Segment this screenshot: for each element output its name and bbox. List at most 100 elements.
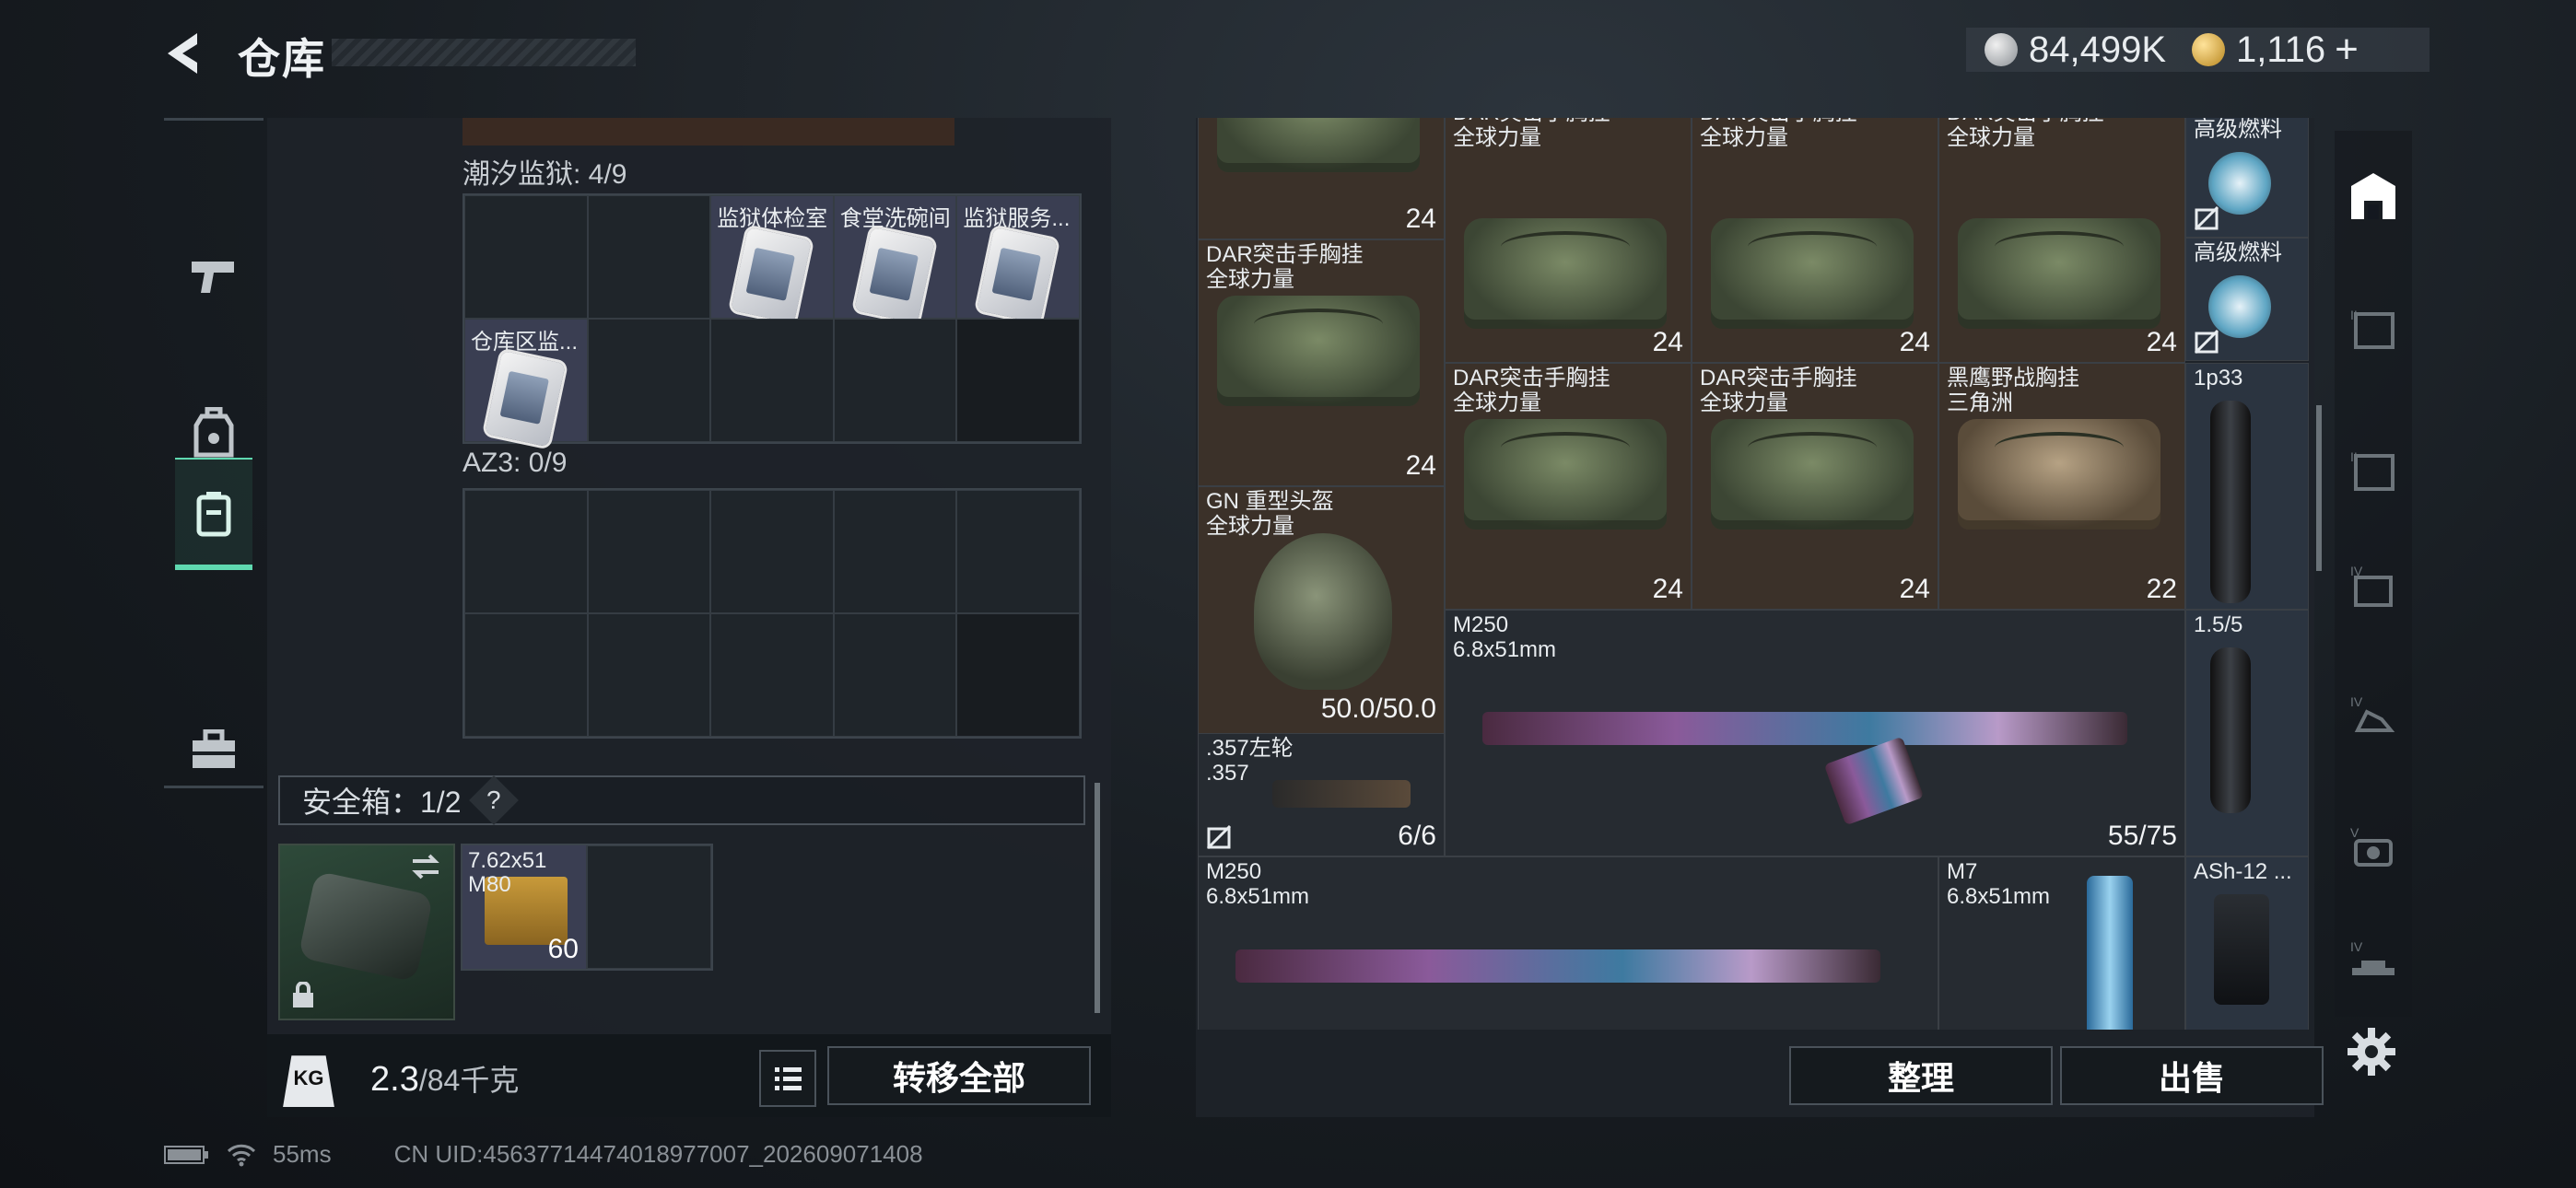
safe-slot[interactable] <box>587 845 711 969</box>
nav-weapons[interactable] <box>164 222 263 331</box>
magazine-icon <box>2214 894 2269 1005</box>
key-slot[interactable] <box>587 319 711 442</box>
rifle-icon <box>1482 712 2127 745</box>
weight-current: 2.3 <box>370 1060 419 1099</box>
slot[interactable] <box>464 490 588 613</box>
container-top-strip <box>463 118 954 146</box>
ii-icon: II <box>2350 308 2395 349</box>
coin-amount: 84,499K <box>2029 29 2167 70</box>
user-uid: CN UID:45637714474018977007_202609071408 <box>393 1140 923 1168</box>
svg-text:II: II <box>2350 308 2358 322</box>
ammo-count: 60 <box>547 934 579 964</box>
rail-tab-tier2b[interactable]: II <box>2335 431 2412 512</box>
key-slot[interactable] <box>833 319 957 442</box>
inventory-item[interactable]: DAR突击手胸挂 全球力量24 <box>1445 118 1692 363</box>
scope-item[interactable]: 1.5/5 <box>2185 610 2309 856</box>
keycard-item[interactable]: 仓库区监... <box>464 319 588 448</box>
lock-icon <box>293 982 313 1007</box>
settings-button[interactable] <box>2344 1024 2399 1079</box>
fuel-item[interactable]: 高级燃料 <box>2185 238 2309 361</box>
safe-box-grid: 7.62x51 M80 60 <box>461 844 713 971</box>
inventory-item[interactable]: DAR突击手胸挂 全球力量24 <box>1692 363 1938 610</box>
az3-section-label: AZ3: 0/9 <box>463 448 568 478</box>
rail-tab-tier2[interactable]: II <box>2335 289 2412 370</box>
helmet-icon <box>1254 533 1392 690</box>
svg-text:IV: IV <box>2350 564 2363 578</box>
nav-containers[interactable] <box>175 458 252 570</box>
safe-case-icon <box>298 870 434 983</box>
help-button[interactable]: ? <box>468 775 519 825</box>
svg-text:II: II <box>2350 449 2358 464</box>
inventory-item[interactable]: DAR突击手胸挂 全球力量24 <box>1692 118 1938 363</box>
slot[interactable] <box>956 613 1080 737</box>
category-nav <box>164 118 263 788</box>
slot[interactable] <box>710 613 834 737</box>
key-slot[interactable] <box>710 319 834 442</box>
slot[interactable] <box>587 613 711 737</box>
slot[interactable] <box>710 490 834 613</box>
inventory-item[interactable]: DAR突击手胸挂 全球力量24 <box>1938 118 2185 363</box>
scope-icon <box>2210 401 2251 603</box>
stash-scrollbar[interactable] <box>1095 783 1100 1013</box>
inventory-item[interactable]: DAR突击手胸挂 全球力量24 <box>1445 363 1692 610</box>
rail-tab-tier4c[interactable]: IV <box>2335 923 2412 1004</box>
gear-icon <box>2348 1028 2395 1076</box>
premium-amount: 1,116 <box>2236 29 2326 70</box>
rail-tab-tier4b[interactable]: IV <box>2335 678 2412 759</box>
ammo-item[interactable]: 7.62x51 M80 60 <box>463 845 587 969</box>
magazine-item[interactable]: ASh-12 ... <box>2185 856 2309 1030</box>
scope-item[interactable]: 1p33 <box>2185 363 2309 610</box>
inventory-item[interactable]: 24 <box>1198 118 1445 239</box>
suppressor-icon <box>2087 876 2133 1030</box>
status-bar: 55ms CN UID:45637714474018977007_2026090… <box>164 1140 923 1169</box>
safe-box-header: 安全箱：1/2 ? <box>278 775 1085 825</box>
rail-tab-tier4[interactable]: IV <box>2335 547 2412 628</box>
revolver-icon <box>1272 780 1411 808</box>
keycard-icon <box>485 350 566 448</box>
rifle-item[interactable]: M250 6.8x51mm <box>1198 856 1938 1030</box>
slot[interactable] <box>956 490 1080 613</box>
back-chevron-icon[interactable] <box>157 26 212 81</box>
keycard-item[interactable]: 监狱服务... <box>956 195 1080 324</box>
svg-text:IV: IV <box>2350 939 2363 954</box>
help-icon: ? <box>486 785 501 814</box>
keys-grid: 监狱体检室 食堂洗碗间 监狱服务... 仓库区监... <box>463 193 1082 448</box>
inventory-item[interactable]: 黑鹰野战胸挂 三角洲 22 <box>1938 363 2185 610</box>
rail-tab-tier5[interactable]: V <box>2335 809 2412 890</box>
iv-icon: IV <box>2350 564 2393 607</box>
keycard-item[interactable]: 食堂洗碗间 <box>833 195 957 324</box>
list-view-button[interactable] <box>759 1050 816 1107</box>
no-trade-icon <box>2194 329 2219 355</box>
add-currency-button[interactable]: + <box>2335 27 2359 73</box>
page-title: 仓库 <box>238 35 326 83</box>
rail-tab-all[interactable] <box>2335 157 2412 238</box>
inventory-scrollbar[interactable] <box>2316 405 2322 571</box>
keys-section-label: 潮汐监狱: 4/9 <box>463 159 627 190</box>
key-slot[interactable] <box>464 195 588 319</box>
sort-button[interactable]: 整理 <box>1789 1046 2053 1105</box>
transfer-all-button[interactable]: 转移全部 <box>827 1046 1091 1105</box>
fuel-item[interactable]: 高级燃料 <box>2185 118 2309 238</box>
rifle-icon <box>1235 949 1880 983</box>
slot[interactable] <box>833 490 957 613</box>
slot[interactable] <box>833 613 957 737</box>
slot[interactable] <box>464 613 588 737</box>
sell-button[interactable]: 出售 <box>2060 1046 2324 1105</box>
slot[interactable] <box>587 490 711 613</box>
revolver-item[interactable]: .357左轮 .357 6/6 <box>1198 733 1445 856</box>
toolbox-icon <box>193 729 235 768</box>
weight-readout: 2.3/84千克 <box>370 1057 519 1100</box>
keycard-item[interactable]: 监狱体检室 <box>710 195 834 324</box>
backpack-icon <box>193 407 234 458</box>
ii-icon: II <box>2350 449 2395 491</box>
nav-toolbox[interactable] <box>164 695 263 804</box>
premium-coin-icon <box>2192 33 2226 66</box>
safe-box-item[interactable] <box>278 844 455 1020</box>
key-slot[interactable] <box>956 319 1080 442</box>
rifle-item[interactable]: M7 6.8x51mm <box>1938 856 2185 1030</box>
ammo-name: 7.62x51 M80 <box>468 849 547 897</box>
key-slot[interactable] <box>587 195 711 319</box>
inventory-item[interactable]: DAR突击手胸挂 全球力量24 <box>1198 239 1445 486</box>
keycard-icon <box>731 227 812 324</box>
rifle-item[interactable]: M250 6.8x51mm 55/75 <box>1445 610 2185 856</box>
